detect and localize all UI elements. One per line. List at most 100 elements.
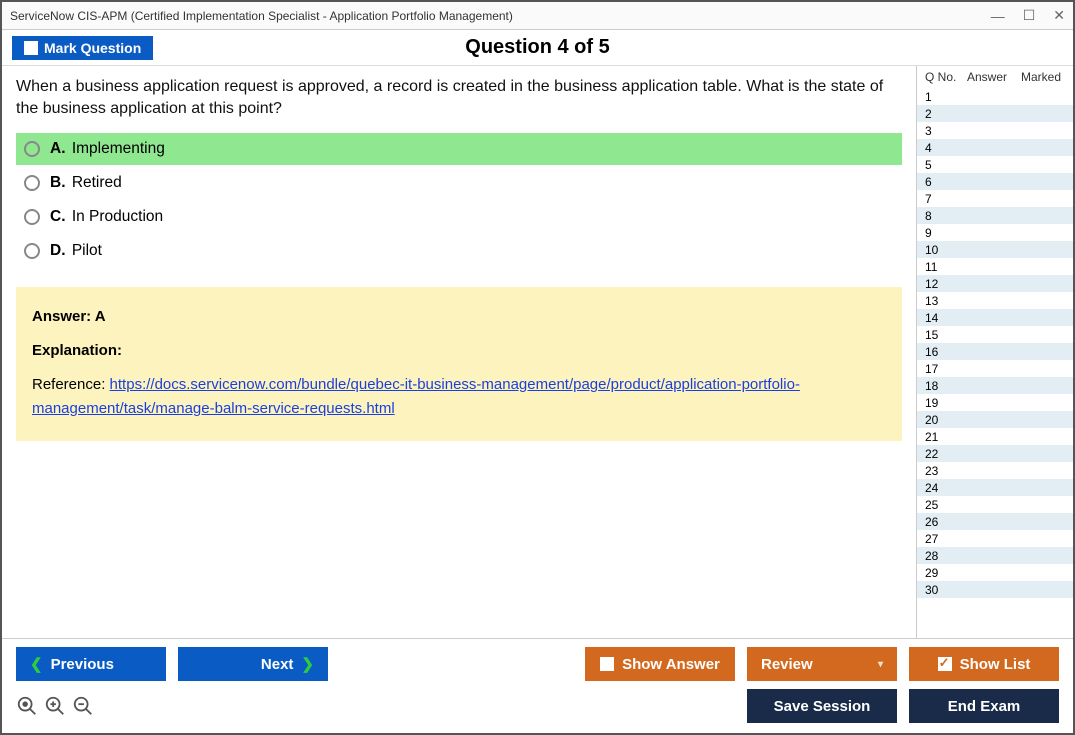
question-list-scroll[interactable]: 1234567891011121314151617181920212223242… xyxy=(917,88,1073,638)
show-list-checkbox-icon xyxy=(938,657,952,671)
chevron-right-icon: ❯ xyxy=(301,655,314,673)
qno-cell: 21 xyxy=(925,430,967,444)
chevron-left-icon: ❮ xyxy=(30,655,43,673)
qno-cell: 14 xyxy=(925,311,967,325)
question-indicator: Question 4 of 5 xyxy=(465,36,609,59)
question-list-row[interactable]: 2 xyxy=(917,105,1073,122)
question-list-row[interactable]: 12 xyxy=(917,275,1073,292)
choice-row[interactable]: C. In Production xyxy=(16,201,902,233)
question-list-row[interactable]: 9 xyxy=(917,224,1073,241)
question-text: When a business application request is a… xyxy=(16,76,902,119)
choice-text: Pilot xyxy=(72,242,102,259)
window-title: ServiceNow CIS-APM (Certified Implementa… xyxy=(10,9,513,23)
window-controls: — ☐ ✕ xyxy=(991,7,1065,24)
qno-cell: 15 xyxy=(925,328,967,342)
question-list-row[interactable]: 29 xyxy=(917,564,1073,581)
choice-letter: B. xyxy=(50,174,66,191)
qno-cell: 13 xyxy=(925,294,967,308)
radio-icon xyxy=(24,209,40,225)
col-marked: Marked xyxy=(1007,70,1067,84)
qno-cell: 19 xyxy=(925,396,967,410)
question-list-row[interactable]: 10 xyxy=(917,241,1073,258)
col-qno: Q No. xyxy=(925,70,967,84)
question-list-row[interactable]: 14 xyxy=(917,309,1073,326)
question-list-row[interactable]: 20 xyxy=(917,411,1073,428)
qno-cell: 3 xyxy=(925,124,967,138)
app-window: ServiceNow CIS-APM (Certified Implementa… xyxy=(0,0,1075,735)
question-list-row[interactable]: 21 xyxy=(917,428,1073,445)
next-button[interactable]: Next ❯ xyxy=(178,647,328,681)
caret-down-icon: ▾ xyxy=(878,659,883,670)
zoom-out-icon[interactable] xyxy=(72,695,94,717)
question-list-row[interactable]: 3 xyxy=(917,122,1073,139)
question-list-row[interactable]: 13 xyxy=(917,292,1073,309)
previous-button[interactable]: ❮ Previous xyxy=(16,647,166,681)
radio-icon xyxy=(24,175,40,191)
next-label: Next xyxy=(261,656,294,673)
question-list-row[interactable]: 19 xyxy=(917,394,1073,411)
question-list-panel: Q No. Answer Marked 12345678910111213141… xyxy=(916,66,1073,638)
answer-panel: Answer: A Explanation: Reference: https:… xyxy=(16,287,902,441)
choice-letter: C. xyxy=(50,208,66,225)
qno-cell: 10 xyxy=(925,243,967,257)
save-session-label: Save Session xyxy=(774,698,871,715)
review-button[interactable]: Review ▾ xyxy=(747,647,897,681)
qno-cell: 5 xyxy=(925,158,967,172)
question-list-row[interactable]: 15 xyxy=(917,326,1073,343)
question-list-row[interactable]: 27 xyxy=(917,530,1073,547)
footer: ❮ Previous Next ❯ Show Answer Review ▾ S… xyxy=(2,638,1073,733)
mark-question-button[interactable]: Mark Question xyxy=(12,36,153,60)
qno-cell: 20 xyxy=(925,413,967,427)
question-list-row[interactable]: 22 xyxy=(917,445,1073,462)
save-session-button[interactable]: Save Session xyxy=(747,689,897,723)
question-list-row[interactable]: 18 xyxy=(917,377,1073,394)
question-list-row[interactable]: 23 xyxy=(917,462,1073,479)
zoom-in-icon[interactable] xyxy=(44,695,66,717)
question-list-row[interactable]: 4 xyxy=(917,139,1073,156)
show-answer-button[interactable]: Show Answer xyxy=(585,647,735,681)
question-list-row[interactable]: 26 xyxy=(917,513,1073,530)
question-list-row[interactable]: 28 xyxy=(917,547,1073,564)
question-list-row[interactable]: 16 xyxy=(917,343,1073,360)
qno-cell: 25 xyxy=(925,498,967,512)
col-answer: Answer xyxy=(967,70,1007,84)
choice-letter: D. xyxy=(50,242,66,259)
question-list-row[interactable]: 24 xyxy=(917,479,1073,496)
question-list-row[interactable]: 8 xyxy=(917,207,1073,224)
body: When a business application request is a… xyxy=(2,66,1073,638)
qno-cell: 9 xyxy=(925,226,967,240)
question-list-row[interactable]: 5 xyxy=(917,156,1073,173)
titlebar: ServiceNow CIS-APM (Certified Implementa… xyxy=(2,2,1073,30)
end-exam-button[interactable]: End Exam xyxy=(909,689,1059,723)
qno-cell: 2 xyxy=(925,107,967,121)
mark-question-label: Mark Question xyxy=(44,40,141,56)
choice-row[interactable]: B. Retired xyxy=(16,167,902,199)
question-list-row[interactable]: 7 xyxy=(917,190,1073,207)
mark-question-checkbox-icon xyxy=(24,41,38,55)
choice-row[interactable]: A. Implementing xyxy=(16,133,902,165)
zoom-reset-icon[interactable] xyxy=(16,695,38,717)
qno-cell: 29 xyxy=(925,566,967,580)
qno-cell: 24 xyxy=(925,481,967,495)
close-icon[interactable]: ✕ xyxy=(1053,7,1065,24)
qno-cell: 23 xyxy=(925,464,967,478)
question-list-row[interactable]: 11 xyxy=(917,258,1073,275)
question-list-row[interactable]: 30 xyxy=(917,581,1073,598)
qno-cell: 27 xyxy=(925,532,967,546)
qno-cell: 18 xyxy=(925,379,967,393)
main-panel: When a business application request is a… xyxy=(2,66,916,638)
maximize-icon[interactable]: ☐ xyxy=(1023,7,1036,24)
reference-link[interactable]: https://docs.servicenow.com/bundle/quebe… xyxy=(32,376,800,417)
radio-icon xyxy=(24,141,40,157)
minimize-icon[interactable]: — xyxy=(991,8,1005,24)
show-list-button[interactable]: Show List xyxy=(909,647,1059,681)
question-list-row[interactable]: 25 xyxy=(917,496,1073,513)
choices: A. ImplementingB. RetiredC. In Productio… xyxy=(16,133,902,267)
question-list-row[interactable]: 1 xyxy=(917,88,1073,105)
qno-cell: 8 xyxy=(925,209,967,223)
show-answer-checkbox-icon xyxy=(600,657,614,671)
choice-row[interactable]: D. Pilot xyxy=(16,235,902,267)
question-list-row[interactable]: 17 xyxy=(917,360,1073,377)
header-bar: Mark Question Question 4 of 5 xyxy=(2,30,1073,66)
question-list-row[interactable]: 6 xyxy=(917,173,1073,190)
